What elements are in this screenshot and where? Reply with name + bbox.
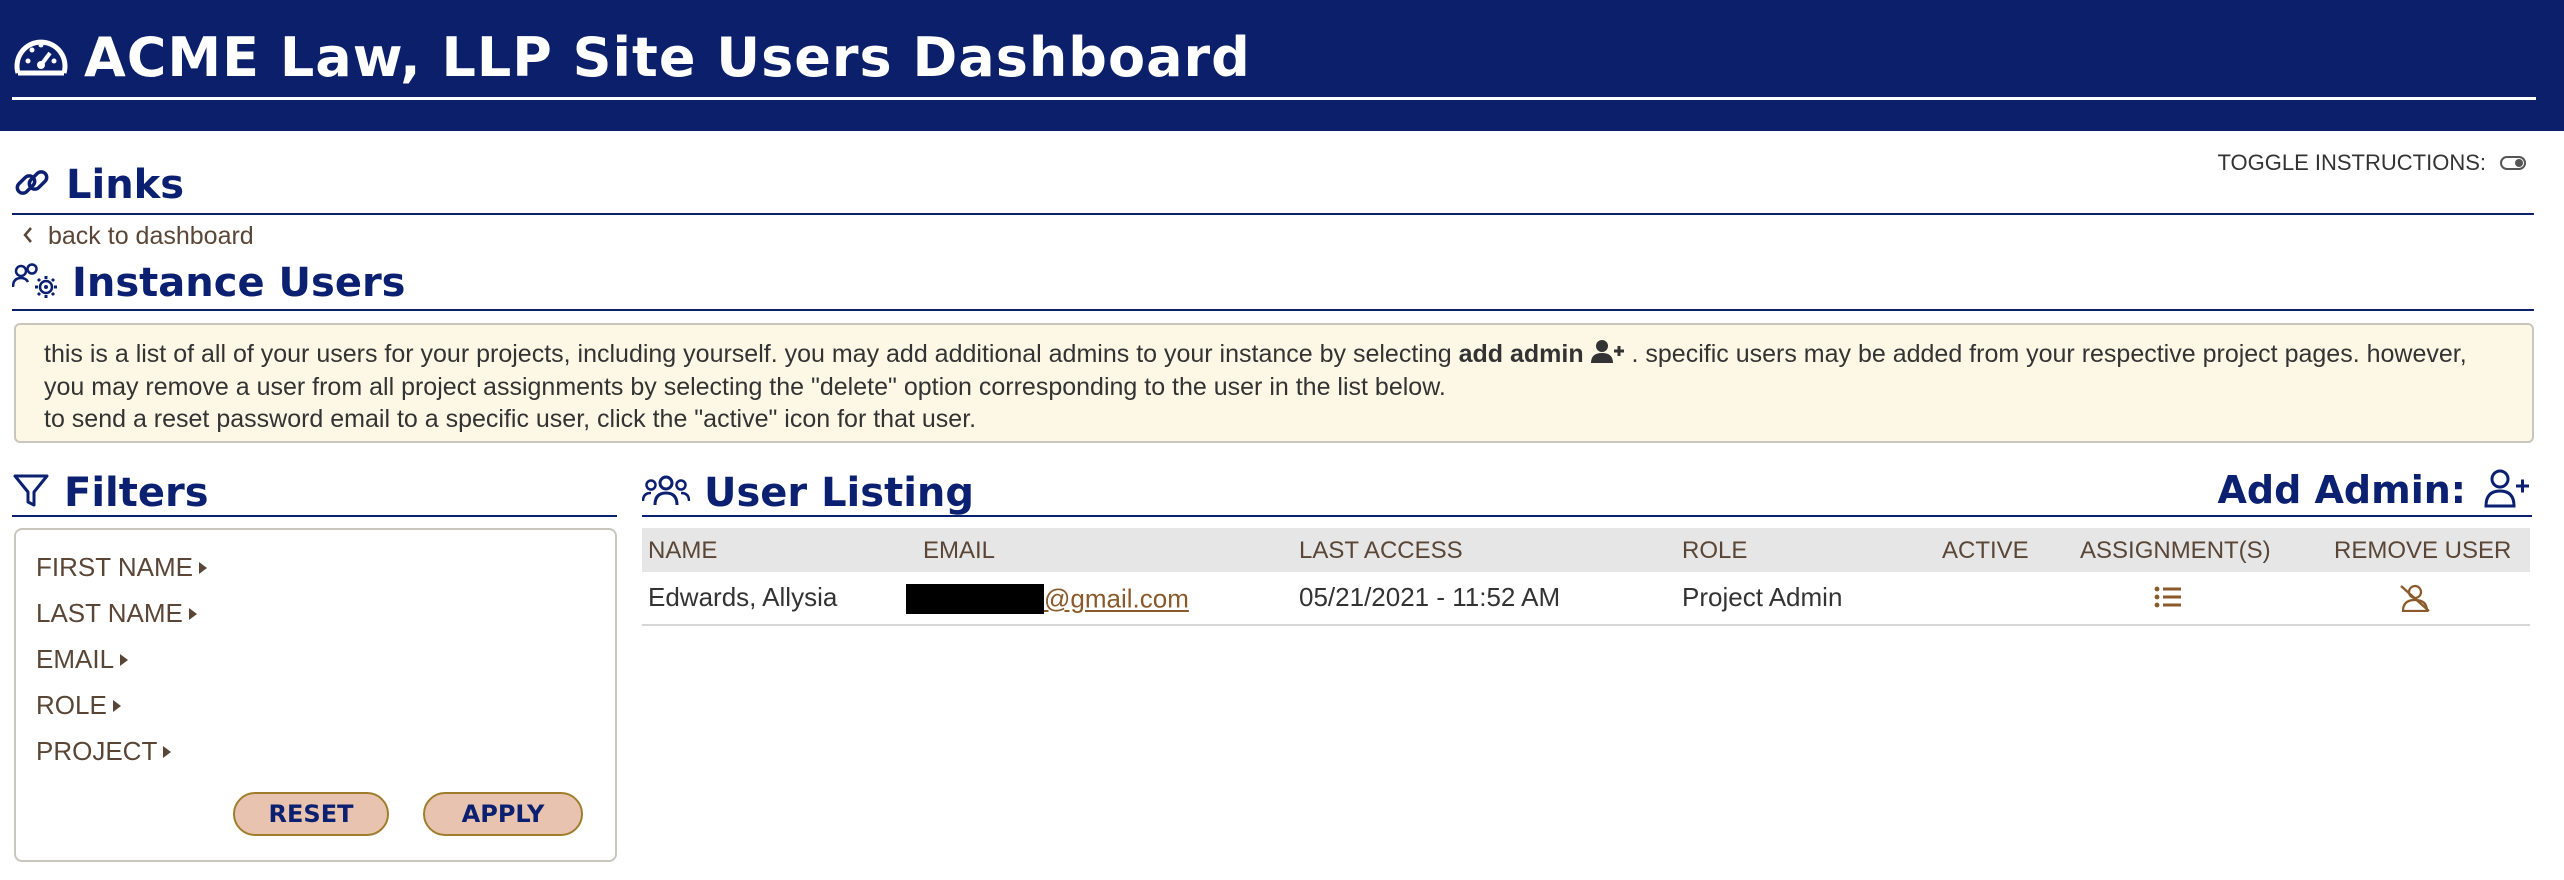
- back-to-dashboard-link[interactable]: back to dashboard: [22, 222, 254, 251]
- filter-email[interactable]: EMAIL: [36, 644, 129, 675]
- last-access-value: 05/21/2021 - 11:52 AM: [1299, 582, 1561, 612]
- dashboard-gauge-icon: [12, 31, 70, 85]
- instance-users-heading: Instance Users: [11, 260, 406, 306]
- toggle-knob: [2515, 159, 2523, 167]
- filter-role[interactable]: ROLE: [36, 690, 121, 721]
- list-icon[interactable]: [2154, 584, 2182, 617]
- caret-right-icon: [120, 653, 129, 666]
- filter-funnel-icon: [12, 472, 50, 514]
- instructions-line-1: this is a list of all of your users for …: [44, 338, 2504, 371]
- filter-label: LAST NAME: [36, 598, 183, 628]
- column-header-name[interactable]: NAME: [648, 537, 717, 565]
- user-email: @gmail.com: [906, 582, 1189, 615]
- reset-button[interactable]: RESET: [233, 792, 389, 836]
- column-header-remove-user[interactable]: REMOVE USER: [2334, 537, 2511, 565]
- users-group-icon: [641, 473, 691, 513]
- filter-project[interactable]: PROJECT: [36, 736, 172, 767]
- toggle-instructions[interactable]: TOGGLE INSTRUCTIONS:: [2217, 150, 2526, 176]
- instructions-text: . specific users may be added from your …: [1624, 340, 2467, 368]
- instance-users-title: Instance Users: [72, 260, 406, 306]
- role-value: Project Admin: [1682, 582, 1843, 612]
- caret-right-icon: [188, 607, 197, 620]
- add-admin-emphasis: add admin: [1458, 340, 1584, 368]
- links-heading: Links: [12, 162, 184, 208]
- user-slash-icon[interactable]: [2398, 584, 2432, 619]
- user-plus-icon: [1590, 339, 1625, 371]
- table-header: NAME EMAIL LAST ACCESS ROLE ACTIVE ASSIG…: [642, 528, 2530, 572]
- user-listing-title: User Listing: [704, 470, 975, 516]
- caret-right-icon: [163, 745, 172, 758]
- table-row: Edwards, Allysia @gmail.com 05/21/2021 -…: [642, 572, 2530, 626]
- user-name: Edwards, Allysia: [648, 582, 838, 612]
- email-link[interactable]: @gmail.com: [1044, 584, 1189, 614]
- column-header-role[interactable]: ROLE: [1682, 537, 1747, 565]
- site-header: ACME Law, LLP Site Users Dashboard: [0, 0, 2564, 131]
- filter-label: ROLE: [36, 690, 107, 720]
- add-admin-button[interactable]: Add Admin:: [2217, 468, 2530, 512]
- filter-label: EMAIL: [36, 644, 115, 674]
- user-listing-divider: [642, 515, 2532, 517]
- users-table: NAME EMAIL LAST ACCESS ROLE ACTIVE ASSIG…: [642, 528, 2530, 626]
- filters-divider: [12, 515, 617, 517]
- caret-right-icon: [112, 699, 121, 712]
- instance-users-divider: [12, 309, 2534, 311]
- user-plus-icon: [2484, 468, 2530, 512]
- instructions-line-2: you may remove a user from all project a…: [44, 373, 1446, 402]
- column-header-assignments[interactable]: ASSIGNMENT(S): [2080, 537, 2271, 565]
- caret-right-icon: [198, 561, 207, 574]
- apply-button[interactable]: APPLY: [423, 792, 583, 836]
- toggle-switch[interactable]: [2500, 156, 2526, 170]
- links-divider: [12, 213, 2534, 215]
- instructions-text: this is a list of all of your users for …: [44, 340, 1459, 368]
- back-to-dashboard-label: back to dashboard: [48, 222, 254, 250]
- column-header-email[interactable]: EMAIL: [923, 537, 995, 565]
- column-header-active[interactable]: ACTIVE: [1942, 537, 2029, 565]
- instructions-box: this is a list of all of your users for …: [14, 323, 2534, 443]
- links-title: Links: [66, 162, 185, 208]
- filter-label: FIRST NAME: [36, 552, 193, 582]
- users-gear-icon: [11, 263, 58, 303]
- header-divider: [12, 97, 2536, 100]
- filter-label: PROJECT: [36, 736, 158, 766]
- add-admin-label: Add Admin:: [2217, 468, 2466, 512]
- redacted-email-block: [906, 584, 1044, 615]
- chevron-left-icon: [22, 222, 34, 251]
- link-icon: [12, 163, 52, 207]
- filters-heading: Filters: [12, 470, 209, 516]
- toggle-instructions-label: TOGGLE INSTRUCTIONS:: [2217, 150, 2486, 175]
- user-listing-heading: User Listing: [641, 470, 975, 516]
- instructions-line-3: to send a reset password email to a spec…: [44, 405, 977, 434]
- filters-panel: FIRST NAME LAST NAME EMAIL ROLE PROJECT …: [14, 528, 617, 862]
- filter-first-name[interactable]: FIRST NAME: [36, 552, 207, 583]
- filters-title: Filters: [64, 470, 209, 516]
- filter-last-name[interactable]: LAST NAME: [36, 598, 197, 629]
- page-title: ACME Law, LLP Site Users Dashboard: [84, 26, 1251, 89]
- column-header-last-access[interactable]: LAST ACCESS: [1299, 537, 1463, 565]
